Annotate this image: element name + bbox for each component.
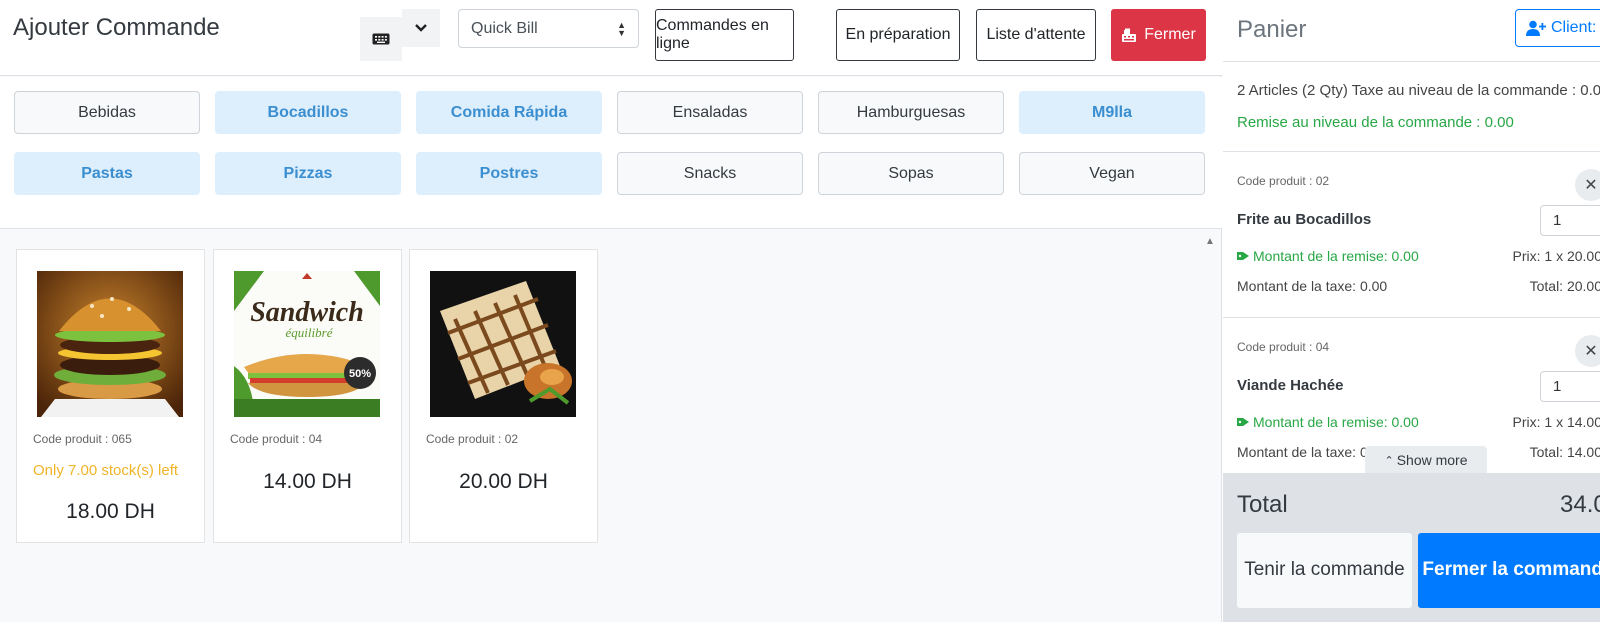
tag-icon (1237, 418, 1249, 426)
user-plus-icon (1526, 20, 1546, 36)
cart-footer: Total 34.00 Tenir la commande Fermer la … (1223, 473, 1600, 622)
order-panel: Ajouter Commande Quick Bill ▲ ▼ Commande… (0, 0, 1222, 622)
keyboard-dropdown-toggle[interactable] (402, 9, 440, 47)
total-label: Total (1237, 491, 1288, 518)
quantity-input[interactable]: 1 (1540, 371, 1600, 402)
product-code: Code produit : 04 (230, 432, 323, 446)
category-vegan[interactable]: Vegan (1019, 152, 1205, 195)
cash-register-icon (1122, 28, 1137, 42)
select-arrows-icon: ▲ ▼ (617, 20, 626, 38)
category-snacks[interactable]: Snacks (617, 152, 803, 195)
category-bebidas[interactable]: Bebidas (14, 91, 200, 134)
client-button[interactable]: Client: - (1515, 9, 1600, 47)
cart-item-discount: Montant de la remise: 0.00 (1237, 248, 1419, 264)
product-image-wrap (430, 271, 576, 417)
hold-order-button[interactable]: Tenir la commande (1237, 533, 1412, 608)
product-card[interactable]: Code produit : 065 Only 7.00 stock(s) le… (16, 249, 205, 543)
bill-type-value: Quick Bill (471, 20, 538, 37)
category-m9lla[interactable]: M9lla (1019, 91, 1205, 134)
close-icon: ✕ (1584, 177, 1598, 194)
product-price: 20.00 DH (459, 470, 548, 493)
show-more-button[interactable]: ⌃ Show more (1365, 446, 1487, 474)
close-button[interactable]: Fermer (1111, 9, 1206, 61)
discount-badge-text: 50% (349, 368, 371, 380)
double-chevron-up-icon: ⌃ (1384, 454, 1394, 467)
page-title: Ajouter Commande (13, 14, 220, 41)
product-card[interactable]: Code produit : 02 20.00 DH (409, 249, 598, 543)
cart-item: Code produit : 02 ✕ Frite au Bocadillos … (1223, 152, 1600, 317)
top-bar: Ajouter Commande Quick Bill ▲ ▼ Commande… (0, 0, 1222, 76)
product-image-burger (37, 271, 183, 417)
show-more-label: Show more (1396, 452, 1468, 468)
cart-item-code: Code produit : 02 (1237, 174, 1330, 188)
cart-summary: 2 Articles (2 Qty) Taxe au niveau de la … (1237, 82, 1600, 99)
total-value: 34.00 (1560, 491, 1600, 518)
remove-item-button[interactable]: ✕ (1575, 169, 1600, 201)
keyboard-toggle-group (360, 9, 440, 61)
cart-item-price: Prix: 1 x 20.00 (1512, 248, 1600, 264)
cart-item-total: Total: 20.00 (1529, 278, 1600, 294)
cart-item-discount: Montant de la remise: 0.00 (1237, 414, 1419, 430)
product-price: 14.00 DH (263, 470, 352, 493)
bill-type-select[interactable]: Quick Bill ▲ ▼ (458, 9, 639, 48)
cart-header: Panier Client: - (1223, 0, 1600, 62)
cart-item-discount-text: Montant de la remise: 0.00 (1253, 414, 1419, 430)
category-bocadillos[interactable]: Bocadillos (215, 91, 401, 134)
cart-item-discount-text: Montant de la remise: 0.00 (1253, 248, 1419, 264)
product-price: 18.00 DH (66, 500, 155, 523)
product-code: Code produit : 02 (426, 432, 519, 446)
category-hamburguesas[interactable]: Hamburguesas (818, 91, 1004, 134)
cart-panel: Panier Client: - 2 Articles (2 Qty) Taxe… (1223, 0, 1600, 622)
quantity-input[interactable]: 1 (1540, 205, 1600, 236)
cart-title: Panier (1237, 16, 1307, 43)
category-comida-rapida[interactable]: Comida Rápida (416, 91, 602, 134)
category-pastas[interactable]: Pastas (14, 152, 200, 195)
cart-item-tax: Montant de la taxe: 0.00 (1237, 278, 1388, 294)
close-icon: ✕ (1584, 343, 1598, 360)
cart-item-name: Viande Hachée (1237, 377, 1344, 394)
keyboard-button[interactable] (360, 17, 402, 61)
scroll-up-arrow[interactable]: ▲ (1205, 236, 1215, 247)
product-image-sandwich: Sandwich équilibré 50% (234, 271, 380, 417)
category-ensaladas[interactable]: Ensaladas (617, 91, 803, 134)
close-button-label: Fermer (1144, 26, 1196, 43)
sandwich-subtitle-text: équilibré (286, 325, 334, 340)
cart-item-code: Code produit : 04 (1237, 340, 1330, 354)
chevron-down-icon (415, 24, 427, 32)
cart-item-name: Frite au Bocadillos (1237, 211, 1372, 228)
remove-item-button[interactable]: ✕ (1575, 335, 1600, 367)
keyboard-icon (372, 33, 390, 45)
client-label: Client: - (1551, 19, 1600, 36)
finish-order-button[interactable]: Fermer la commande (1418, 533, 1600, 608)
cart-item-price: Prix: 1 x 14.00 (1512, 414, 1600, 430)
cart-item-total: Total: 14.00 (1529, 444, 1600, 460)
category-sopas[interactable]: Sopas (818, 152, 1004, 195)
order-discount: Remise au niveau de la commande : 0.00 (1237, 114, 1514, 131)
online-orders-button[interactable]: Commandes en ligne (655, 9, 794, 61)
category-pizzas[interactable]: Pizzas (215, 152, 401, 195)
product-stock-warning: Only 7.00 stock(s) left (33, 462, 179, 479)
waiting-list-button[interactable]: Liste d'attente (976, 9, 1096, 61)
category-grid: Bebidas Bocadillos Comida Rápida Ensalad… (0, 77, 1222, 229)
sandwich-title-text: Sandwich (250, 297, 364, 328)
category-postres[interactable]: Postres (416, 152, 602, 195)
in-preparation-button[interactable]: En préparation (836, 9, 960, 61)
tag-icon (1237, 252, 1249, 260)
product-code: Code produit : 065 (33, 432, 132, 446)
product-card[interactable]: Sandwich équilibré 50% Code produit : 04… (213, 249, 402, 543)
